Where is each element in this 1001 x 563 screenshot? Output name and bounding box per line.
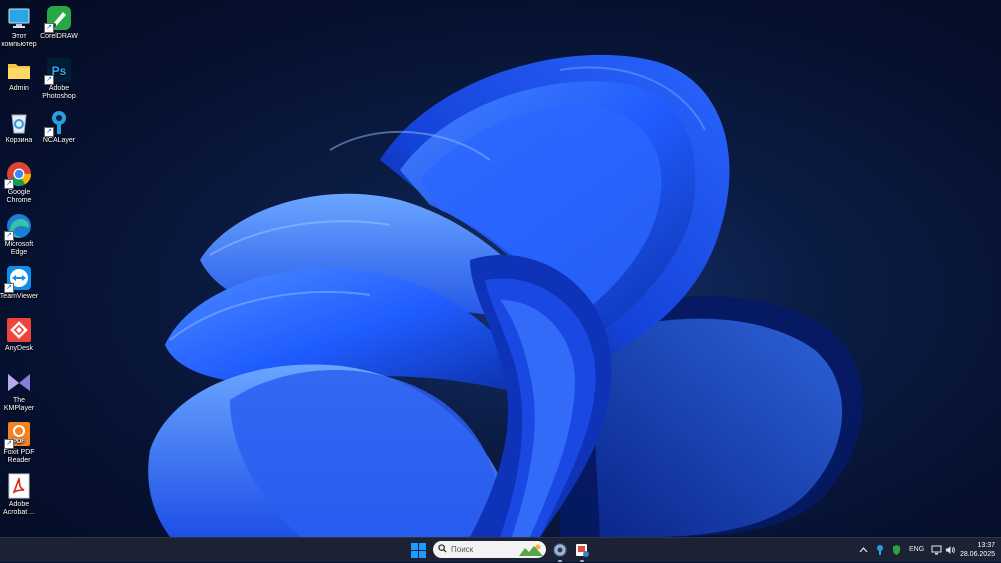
foxit-glyph-text: PDF	[13, 439, 25, 445]
desktop-icon-kmplayer[interactable]: The KMPlayer	[0, 366, 41, 413]
taskbar-settings-app[interactable]	[552, 542, 568, 562]
shortcut-arrow-icon: ↗	[4, 439, 14, 449]
shortcut-arrow-icon: ↗	[44, 75, 54, 85]
desktop-icon-anydesk[interactable]: AnyDesk	[0, 314, 41, 353]
tray-network[interactable]	[931, 544, 942, 556]
shortcut-arrow-icon: ↗	[4, 231, 14, 241]
tray-location[interactable]	[876, 544, 884, 556]
start-button[interactable]	[411, 543, 426, 558]
desktop-icon-foxit[interactable]: PDF ↗ Foxit PDF Reader	[0, 418, 41, 465]
windows-logo-tile	[419, 543, 426, 550]
gear-icon	[553, 543, 567, 557]
shield-icon	[893, 545, 900, 555]
ncalayer-icon: ↗	[44, 109, 72, 137]
desktop-icon-label: Adobe Acrobat ...	[3, 501, 35, 516]
desktop-icon-label: Google Chrome	[6, 189, 32, 204]
chrome-icon: ↗	[4, 161, 32, 189]
volume-icon	[946, 546, 955, 554]
tray-language-indicator[interactable]: ENG	[909, 544, 925, 556]
network-icon	[931, 545, 942, 555]
desktop-icon-label: CorelDRAW	[40, 33, 78, 40]
desktop-icon-label: Foxit PDF Reader	[3, 449, 35, 464]
desktop-icon-photoshop[interactable]: Ps ↗ Adobe Photoshop	[37, 54, 81, 101]
desktop-icon-label: NCALayer	[42, 137, 76, 144]
desktop-icon-teamviewer[interactable]: ↗ TeamViewer	[0, 262, 41, 301]
photoshop-icon: Ps ↗	[44, 57, 72, 85]
taskbar-app-snipping[interactable]	[574, 542, 590, 562]
kmplayer-icon	[6, 369, 32, 395]
desktop-icon-admin-folder[interactable]: Admin	[0, 54, 41, 93]
clock-date: 28.06.2025	[959, 551, 995, 558]
recycle-bin-icon	[6, 109, 32, 135]
shortcut-arrow-icon: ↗	[4, 179, 14, 189]
tray-security[interactable]	[892, 544, 901, 556]
desktop-icon-label: Этот компьютер	[1, 33, 37, 48]
acrobat-icon	[6, 473, 32, 499]
taskbar-search-box[interactable]: Поиск	[433, 541, 546, 558]
edge-icon: ↗	[4, 213, 32, 241]
desktop-icon-adobe-acrobat[interactable]: Adobe Acrobat ...	[0, 470, 41, 517]
coreldraw-icon: ↗	[44, 5, 72, 33]
desktop-icon-recycle-bin[interactable]: Корзина	[0, 106, 41, 145]
windows-logo-tile	[419, 551, 426, 558]
desktop-icon-google-chrome[interactable]: ↗ Google Chrome	[0, 158, 41, 205]
snipping-tool-icon	[576, 544, 589, 557]
folder-icon	[6, 57, 32, 83]
foxit-icon: PDF ↗	[4, 421, 32, 449]
desktop-icon-label: Admin	[9, 85, 29, 92]
desktop-icon-microsoft-edge[interactable]: ↗ Microsoft Edge	[0, 210, 41, 257]
search-highlight-art-icon	[519, 544, 543, 556]
shortcut-arrow-icon: ↗	[44, 23, 54, 33]
search-icon	[438, 544, 447, 553]
desktop-icon-label: AnyDesk	[4, 345, 33, 352]
desktop-icon-coreldraw[interactable]: ↗ CorelDRAW	[37, 2, 81, 41]
desktop-icon-this-pc[interactable]: Этот компьютер	[0, 2, 41, 49]
desktop-icon-ncalayer[interactable]: ↗ NCALayer	[37, 106, 81, 145]
this-pc-icon	[6, 5, 32, 31]
anydesk-icon	[6, 317, 32, 343]
clock-time: 13:37	[977, 542, 995, 549]
search-placeholder: Поиск	[451, 545, 474, 554]
desktop-icon-label: TeamViewer	[0, 293, 39, 300]
tray-show-hidden-icons[interactable]	[859, 544, 868, 556]
bloom-wallpaper-art	[148, 54, 863, 537]
windows-logo-icon	[411, 543, 418, 550]
taskbar-clock[interactable]: 13:37 28.06.2025	[959, 541, 995, 559]
chevron-up-icon	[859, 547, 868, 553]
taskbar: Поиск ENG 13:37 28.06.2025	[0, 537, 1001, 562]
shortcut-arrow-icon: ↗	[44, 127, 54, 137]
desktop-icon-label: The KMPlayer	[3, 397, 35, 412]
location-pin-icon	[877, 545, 883, 555]
teamviewer-icon: ↗	[4, 265, 32, 293]
desktop-icon-label: Microsoft Edge	[4, 241, 34, 256]
tray-volume[interactable]	[945, 544, 955, 556]
windows-logo-tile	[411, 551, 418, 558]
desktop-icon-label: Корзина	[5, 137, 33, 144]
desktop-icon-label: Adobe Photoshop	[42, 85, 76, 100]
shortcut-arrow-icon: ↗	[4, 283, 14, 293]
desktop-wallpaper	[0, 0, 1001, 537]
